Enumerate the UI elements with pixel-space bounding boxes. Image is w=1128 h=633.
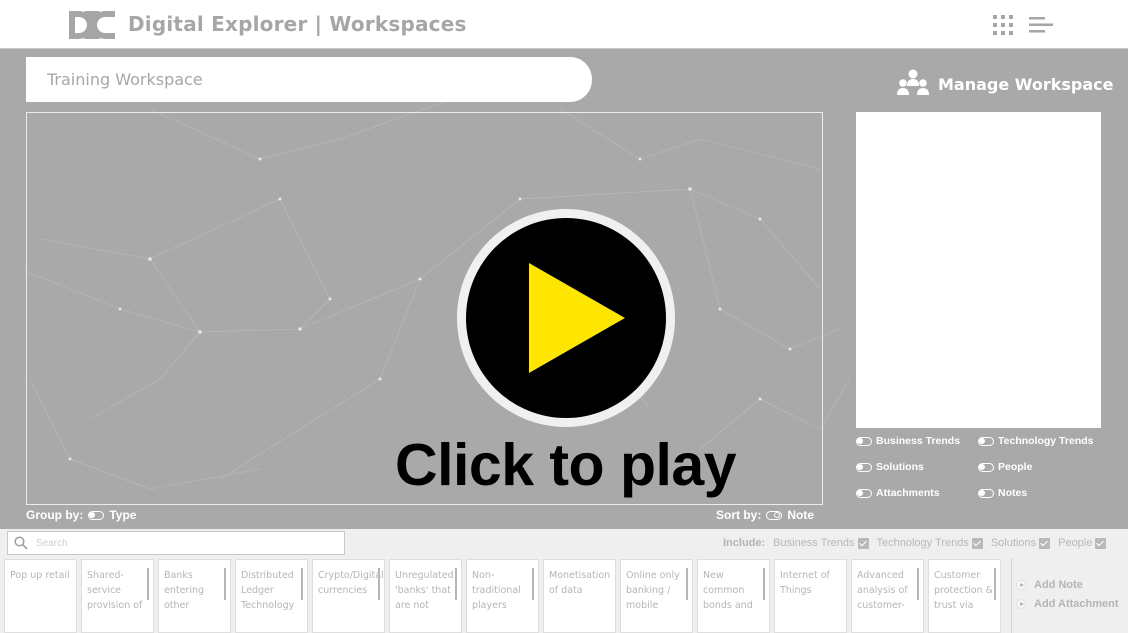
add-note-button[interactable]: Add Note xyxy=(1016,579,1083,591)
filter-label: Technology Trends xyxy=(998,435,1094,447)
add-note-label: Add Note xyxy=(1034,579,1083,591)
card-text: Crypto/Digital currencies xyxy=(318,570,384,596)
filter-label: Notes xyxy=(998,487,1028,499)
checkbox-icon[interactable] xyxy=(857,537,869,549)
card-scrollbar[interactable] xyxy=(301,568,303,600)
card-scrollbar[interactable] xyxy=(994,568,996,600)
include-technology-trends[interactable]: Technology Trends xyxy=(877,537,983,549)
play-button[interactable] xyxy=(457,209,675,427)
filter-label: Attachments xyxy=(876,487,940,499)
filter-solutions[interactable]: Solutions xyxy=(856,461,924,473)
workspace-name-field[interactable]: Training Workspace xyxy=(26,57,592,102)
card-text: Shared-service provision of xyxy=(87,570,143,611)
card-scrollbar[interactable] xyxy=(532,568,534,600)
group-by-label: Group by: xyxy=(26,508,84,522)
list-item[interactable]: Non-traditional players xyxy=(466,559,539,633)
list-item[interactable]: Pop up retail xyxy=(4,559,77,633)
list-item[interactable]: Advanced analysis of customer- xyxy=(851,559,924,633)
people-group-icon xyxy=(897,69,929,95)
search-icon xyxy=(14,536,28,550)
include-label: Include: xyxy=(723,537,766,549)
list-item[interactable]: New common bonds and xyxy=(697,559,770,633)
toggle-icon[interactable] xyxy=(978,436,994,446)
include-filter: Include: Business Trends Technology Tren… xyxy=(723,537,1114,549)
add-attachment-label: Add Attachment xyxy=(1034,598,1119,610)
actions-divider xyxy=(1011,558,1012,633)
list-item[interactable]: Online only banking / mobile xyxy=(620,559,693,633)
toggle-icon[interactable] xyxy=(766,510,783,520)
sort-by-value: Note xyxy=(787,508,815,522)
card-text: New common bonds and xyxy=(703,570,753,611)
toggle-icon[interactable] xyxy=(978,462,994,472)
checkbox-icon[interactable] xyxy=(1095,537,1107,549)
card-text: Banks entering other xyxy=(164,570,205,611)
toggle-icon[interactable] xyxy=(88,510,105,520)
include-solutions[interactable]: Solutions xyxy=(990,537,1051,549)
filter-technology-trends[interactable]: Technology Trends xyxy=(978,435,1093,447)
card-scrollbar[interactable] xyxy=(917,568,919,600)
group-by-control[interactable]: Group by: Type xyxy=(26,508,136,522)
card-scrollbar[interactable] xyxy=(224,568,226,600)
card-text: Unregulated 'banks' that are not xyxy=(395,570,454,611)
filter-business-trends[interactable]: Business Trends xyxy=(856,435,960,447)
list-item[interactable]: Shared-service provision of xyxy=(81,559,154,633)
toggle-icon[interactable] xyxy=(856,436,872,446)
card-scrollbar[interactable] xyxy=(455,568,457,600)
list-item[interactable]: Distributed Ledger Technology xyxy=(235,559,308,633)
card-scrollbar[interactable] xyxy=(763,568,765,600)
list-item[interactable]: Internet of Things xyxy=(774,559,847,633)
card-text: Pop up retail xyxy=(10,570,70,581)
checkbox-icon[interactable] xyxy=(1039,537,1051,549)
card-text: Internet of Things xyxy=(780,570,830,596)
dxc-logo-icon[interactable] xyxy=(67,9,117,41)
card-text: Distributed Ledger Technology xyxy=(241,570,295,611)
side-panel xyxy=(856,112,1101,428)
sort-by-label: Sort by: xyxy=(716,508,762,522)
toggle-icon[interactable] xyxy=(978,488,994,498)
toggle-icon[interactable] xyxy=(856,462,872,472)
include-people[interactable]: People xyxy=(1058,537,1107,549)
card-text: Advanced analysis of customer- xyxy=(857,570,908,611)
sort-by-control[interactable]: Sort by: Note xyxy=(716,508,814,522)
filter-label: People xyxy=(998,461,1033,473)
menu-icon[interactable] xyxy=(1029,17,1053,33)
card-text: Monetisation of data xyxy=(549,570,611,596)
filter-label: Business Trends xyxy=(876,435,961,447)
search-placeholder: Search xyxy=(36,537,68,549)
list-item[interactable]: Monetisation of data xyxy=(543,559,616,633)
list-item[interactable]: Unregulated 'banks' that are not xyxy=(389,559,462,633)
include-item-label: Solutions xyxy=(990,537,1037,549)
search-input[interactable]: Search xyxy=(7,531,345,555)
click-to-play-label[interactable]: Click to play xyxy=(395,430,737,500)
list-item[interactable]: Banks entering other xyxy=(158,559,231,633)
list-item[interactable]: Crypto/Digital currencies xyxy=(312,559,385,633)
filter-attachments[interactable]: Attachments xyxy=(856,487,940,499)
card-text: Online only banking / mobile xyxy=(626,570,680,611)
manage-workspace-label: Manage Workspace xyxy=(938,74,1114,94)
card-text: Non-traditional players xyxy=(472,570,521,611)
include-item-label: People xyxy=(1058,537,1093,549)
group-by-value: Type xyxy=(109,508,137,522)
apps-grid-icon[interactable] xyxy=(993,15,1013,35)
list-item[interactable]: Customer protection & trust via xyxy=(928,559,1001,633)
include-item-label: Business Trends xyxy=(773,537,855,549)
filter-people[interactable]: People xyxy=(978,461,1032,473)
manage-workspace-button[interactable]: Manage Workspace xyxy=(896,68,1114,100)
include-item-label: Technology Trends xyxy=(876,537,969,549)
card-scrollbar[interactable] xyxy=(378,568,380,600)
top-bar: Digital Explorer | Workspaces xyxy=(0,0,1128,49)
filter-label: Solutions xyxy=(876,461,924,473)
play-arrow-icon xyxy=(1016,599,1026,609)
card-scrollbar[interactable] xyxy=(686,568,688,600)
card-scrollbar[interactable] xyxy=(147,568,149,600)
filter-notes[interactable]: Notes xyxy=(978,487,1027,499)
play-icon xyxy=(529,263,625,373)
play-arrow-icon xyxy=(1016,580,1026,590)
app-title: Digital Explorer | Workspaces xyxy=(128,12,467,36)
add-attachment-button[interactable]: Add Attachment xyxy=(1016,598,1119,610)
card-text: Customer protection & trust via xyxy=(934,570,993,611)
include-business-trends[interactable]: Business Trends xyxy=(773,537,869,549)
toggle-icon[interactable] xyxy=(856,488,872,498)
checkbox-icon[interactable] xyxy=(971,537,983,549)
